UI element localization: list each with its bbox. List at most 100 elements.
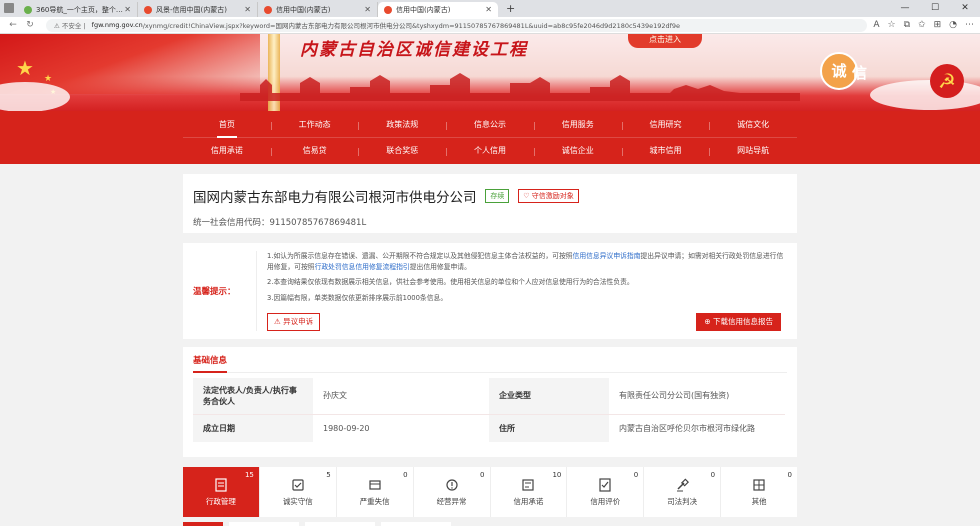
security-indicator[interactable]: ⚠ 不安全 | — [54, 20, 86, 30]
tab-credit-evaluation[interactable]: 0 信用评价 — [567, 467, 645, 517]
new-tab-button[interactable]: + — [498, 2, 523, 15]
judicial-icon — [677, 477, 690, 491]
tab-judicial[interactable]: 0 司法判决 — [644, 467, 722, 517]
nav-credit-loan[interactable]: 信易贷 — [270, 145, 359, 156]
tab-other[interactable]: 0 其他 — [721, 467, 797, 517]
credit-code-value: 91150785767869481L — [269, 218, 367, 228]
company-name: 国网内蒙古东部电力有限公司根河市供电分公司 — [193, 190, 477, 206]
browser-tab[interactable]: 信用中国(内蒙古) ✕ — [258, 2, 378, 17]
status-badge: 存续 — [485, 189, 510, 203]
basic-info-header: 基础信息 — [193, 347, 787, 373]
nav-city-credit[interactable]: 城市信用 — [621, 145, 710, 156]
star-icon: ★ — [44, 74, 53, 84]
basic-info-title: 基础信息 — [193, 354, 228, 373]
tab-favicon-icon — [264, 5, 272, 14]
credit-evaluation-icon — [599, 477, 611, 492]
download-report-button[interactable]: ⊕ 下载信用信息报告 — [696, 313, 781, 331]
subtab[interactable] — [381, 522, 451, 526]
content-container: 国网内蒙古东部电力有限公司根河市供电分公司 存续 ♡ 守信激励对象 统一社会信用… — [183, 174, 797, 517]
tab-admin-management[interactable]: 15 行政管理 — [183, 467, 260, 517]
tab-close-icon[interactable]: ✕ — [244, 5, 251, 14]
read-aloud-icon[interactable]: A — [873, 20, 879, 30]
tab-favicon-icon — [144, 5, 152, 14]
subtab[interactable] — [305, 522, 375, 526]
info-key: 企业类型 — [489, 378, 609, 415]
tab-close-icon[interactable]: ✕ — [364, 5, 371, 14]
nav-home[interactable]: 首页 — [183, 119, 271, 138]
notice-label: 温馨提示： — [193, 251, 257, 331]
browser-tab-strip: 360导航_一个主页，整个世界 ✕ 风景-信用中国(内蒙古) ✕ 信用中国(内蒙… — [0, 0, 980, 17]
reload-icon[interactable]: ↻ — [23, 20, 37, 30]
url-field[interactable]: ⚠ 不安全 | fgw.nmg.gov.cn/xynmg/credit!Chin… — [46, 18, 868, 32]
browser-tab-active[interactable]: 信用中国(内蒙古) ✕ — [378, 2, 498, 17]
browser-tab[interactable]: 风景-信用中国(内蒙古) ✕ — [138, 2, 258, 17]
tab-favicon-icon — [384, 5, 392, 14]
tab-favicon-icon — [24, 5, 32, 14]
nav-honest-enterprise[interactable]: 诚信企业 — [533, 145, 622, 156]
objection-button[interactable]: ⚠ 异议申诉 — [267, 313, 321, 331]
window-menu-icon[interactable] — [4, 2, 14, 13]
browser-toolbar: A ☆ ⧉ ✩ ⊞ ◔ ⋯ — [873, 20, 974, 30]
nav-info-disclosure[interactable]: 信息公示 — [446, 119, 534, 130]
favorite-star-icon[interactable]: ☆ — [888, 20, 896, 30]
incentive-badge: ♡ 守信激励对象 — [518, 189, 579, 203]
company-header-card: 国网内蒙古东部电力有限公司根河市供电分公司 存续 ♡ 守信激励对象 统一社会信用… — [183, 174, 797, 233]
tab-title: 信用中国(内蒙古) — [396, 5, 451, 14]
notice-paragraph: 3.因篇幅有限，单类数据仅依更新排序展示前1000条信息。 — [267, 293, 448, 302]
credit-code: 统一社会信用代码：91150785767869481L — [193, 216, 787, 228]
objection-guide-link[interactable]: 信用信息异议申诉指南 — [573, 252, 641, 260]
nav-personal-credit[interactable]: 个人信用 — [446, 145, 534, 156]
nav-site-guide[interactable]: 网站导航 — [709, 145, 797, 156]
subtab[interactable] — [229, 522, 299, 526]
nav-credit-commitment[interactable]: 信用承诺 — [183, 145, 271, 156]
browser-tab[interactable]: 360导航_一个主页，整个世界 ✕ — [18, 2, 138, 17]
tab-credit-commitment[interactable]: 10 信用承诺 — [491, 467, 568, 517]
notice-paragraph: 1.如认为所展示信息存在错误、遗漏、公开期限不符合规定以及其他侵犯信息主体合法权… — [267, 252, 784, 271]
tab-count: 10 — [552, 471, 562, 479]
more-menu-icon[interactable]: ⋯ — [965, 20, 974, 30]
info-value: 内蒙古自治区呼伦贝尔市根河市绿化路 — [619, 423, 755, 433]
tab-honesty[interactable]: 5 诚实守信 — [260, 467, 337, 517]
tab-label: 其他 — [751, 496, 767, 506]
site-banner: ★ ★ ★ 内蒙古自治区诚信建设工程 点击进入 诚 信 ☭ — [0, 34, 980, 111]
honesty-icon — [292, 478, 304, 491]
profile-icon[interactable]: ◔ — [949, 20, 957, 30]
abnormal-operation-icon — [445, 478, 458, 491]
tab-label: 行政管理 — [205, 496, 236, 506]
tab-title: 360导航_一个主页，整个世界 — [36, 5, 126, 14]
tab-serious-default[interactable]: 0 严重失信 — [337, 467, 414, 517]
objection-icon: ⚠ — [274, 317, 281, 327]
minimize-icon[interactable]: — — [890, 0, 920, 17]
banner-enter-button[interactable]: 点击进入 — [628, 34, 702, 48]
tab-count: 0 — [633, 471, 639, 479]
table-row: 成立日期 1980-09-20 住所 内蒙古自治区呼伦贝尔市根河市绿化路 — [193, 414, 785, 442]
info-value: 有限责任公司分公司(国有独资) — [609, 378, 785, 415]
favorites-icon[interactable]: ✩ — [918, 20, 926, 30]
tab-abnormal-operation[interactable]: 0 经营异常 — [414, 467, 491, 517]
credit-commitment-icon — [522, 478, 535, 491]
notice-body: 1.如认为所展示信息存在错误、遗漏、公开期限不符合规定以及其他侵犯信息主体合法权… — [257, 251, 787, 331]
maximize-icon[interactable]: ☐ — [920, 0, 950, 17]
subtab-active[interactable] — [183, 522, 223, 526]
credit-code-label: 统一社会信用代码： — [193, 218, 270, 228]
split-screen-icon[interactable]: ⧉ — [904, 20, 910, 30]
nav-credit-service[interactable]: 信用服务 — [533, 119, 622, 130]
nav-work-news[interactable]: 工作动态 — [270, 119, 359, 130]
nav-integrity-culture[interactable]: 诚信文化 — [709, 119, 797, 130]
tab-title: 信用中国(内蒙古) — [276, 5, 331, 14]
close-window-icon[interactable]: ✕ — [950, 0, 980, 17]
main-navigation: 首页 工作动态 政策法规 信息公示 信用服务 信用研究 诚信文化 信用承诺 信易… — [0, 111, 980, 164]
repair-guide-link[interactable]: 行政处罚信息信用修复流程指引 — [315, 263, 410, 271]
address-bar: ← ↻ ⚠ 不安全 | fgw.nmg.gov.cn/xynmg/credit!… — [0, 17, 980, 34]
tab-count: 5 — [326, 471, 331, 479]
collections-icon[interactable]: ⊞ — [934, 20, 942, 30]
tab-close-icon[interactable]: ✕ — [124, 5, 131, 14]
nav-joint-reward-punish[interactable]: 联合奖惩 — [358, 145, 446, 156]
nav-credit-research[interactable]: 信用研究 — [621, 119, 710, 130]
nav-policy[interactable]: 政策法规 — [358, 119, 446, 130]
back-icon[interactable]: ← — [6, 20, 20, 30]
tab-title: 风景-信用中国(内蒙古) — [156, 5, 227, 14]
credit-seal-char: 信 — [852, 64, 868, 82]
tab-label: 信用承诺 — [513, 496, 544, 506]
tab-close-icon[interactable]: ✕ — [485, 5, 492, 14]
